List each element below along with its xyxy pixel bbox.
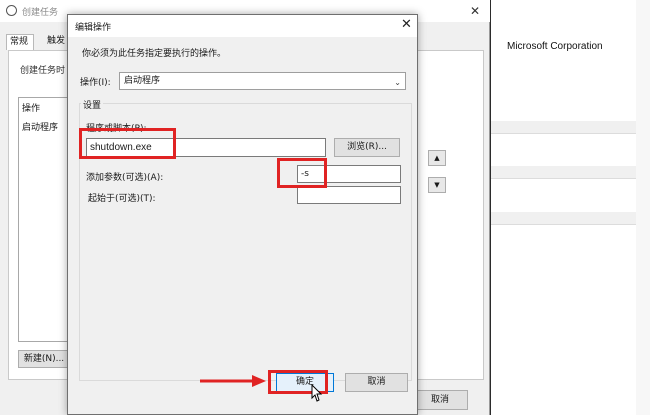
create-task-title: 创建任务 [22, 8, 59, 18]
new-action-button[interactable]: 新建(N)... [18, 350, 70, 368]
arguments-label: 添加参数(可选)(A): [86, 173, 164, 183]
move-up-button[interactable]: ▲ [428, 150, 446, 166]
actions-list-header: 操作 [22, 104, 41, 114]
clock-icon [6, 5, 17, 16]
move-down-button[interactable]: ▼ [428, 177, 446, 193]
action-select[interactable]: 启动程序 ⌄ [119, 72, 406, 90]
task-cancel-button[interactable]: 取消 [412, 390, 468, 410]
mouse-cursor-icon [311, 384, 323, 402]
close-icon[interactable]: ✕ [470, 4, 480, 18]
cancel-button[interactable]: 取消 [345, 373, 408, 392]
action-select-value: 启动程序 [124, 76, 161, 86]
action-label: 操作(I): [80, 78, 111, 88]
close-icon[interactable]: ✕ [401, 17, 412, 32]
dialog-instruction: 你必须为此任务指定要执行的操作。 [82, 49, 227, 59]
start-in-label: 起始于(可选)(T): [88, 194, 156, 204]
edit-action-dialog: 编辑操作 ✕ 你必须为此任务指定要执行的操作。 操作(I): 启动程序 ⌄ 设置… [67, 14, 418, 415]
arrow-icon [200, 375, 266, 387]
browse-button[interactable]: 浏览(R)... [334, 138, 400, 157]
actions-list[interactable] [18, 97, 68, 342]
actions-list-row[interactable]: 启动程序 [22, 120, 58, 133]
highlight-arguments-box [277, 158, 327, 188]
panel-description: 创建任务时 [20, 66, 66, 76]
publisher-text: Microsoft Corporation [507, 41, 603, 52]
chevron-down-icon: ⌄ [394, 78, 401, 87]
dialog-titlebar: 编辑操作 ✕ [68, 15, 417, 37]
details-scrollbar[interactable] [636, 0, 650, 415]
details-pane [491, 0, 650, 415]
tab-general[interactable]: 常规 [6, 34, 34, 50]
details-row [491, 121, 636, 134]
highlight-program-box [79, 128, 176, 159]
start-in-input[interactable] [297, 186, 401, 204]
details-row [491, 166, 636, 179]
details-row [491, 212, 636, 225]
dialog-title: 编辑操作 [75, 23, 112, 33]
settings-title: 设置 [81, 98, 104, 111]
